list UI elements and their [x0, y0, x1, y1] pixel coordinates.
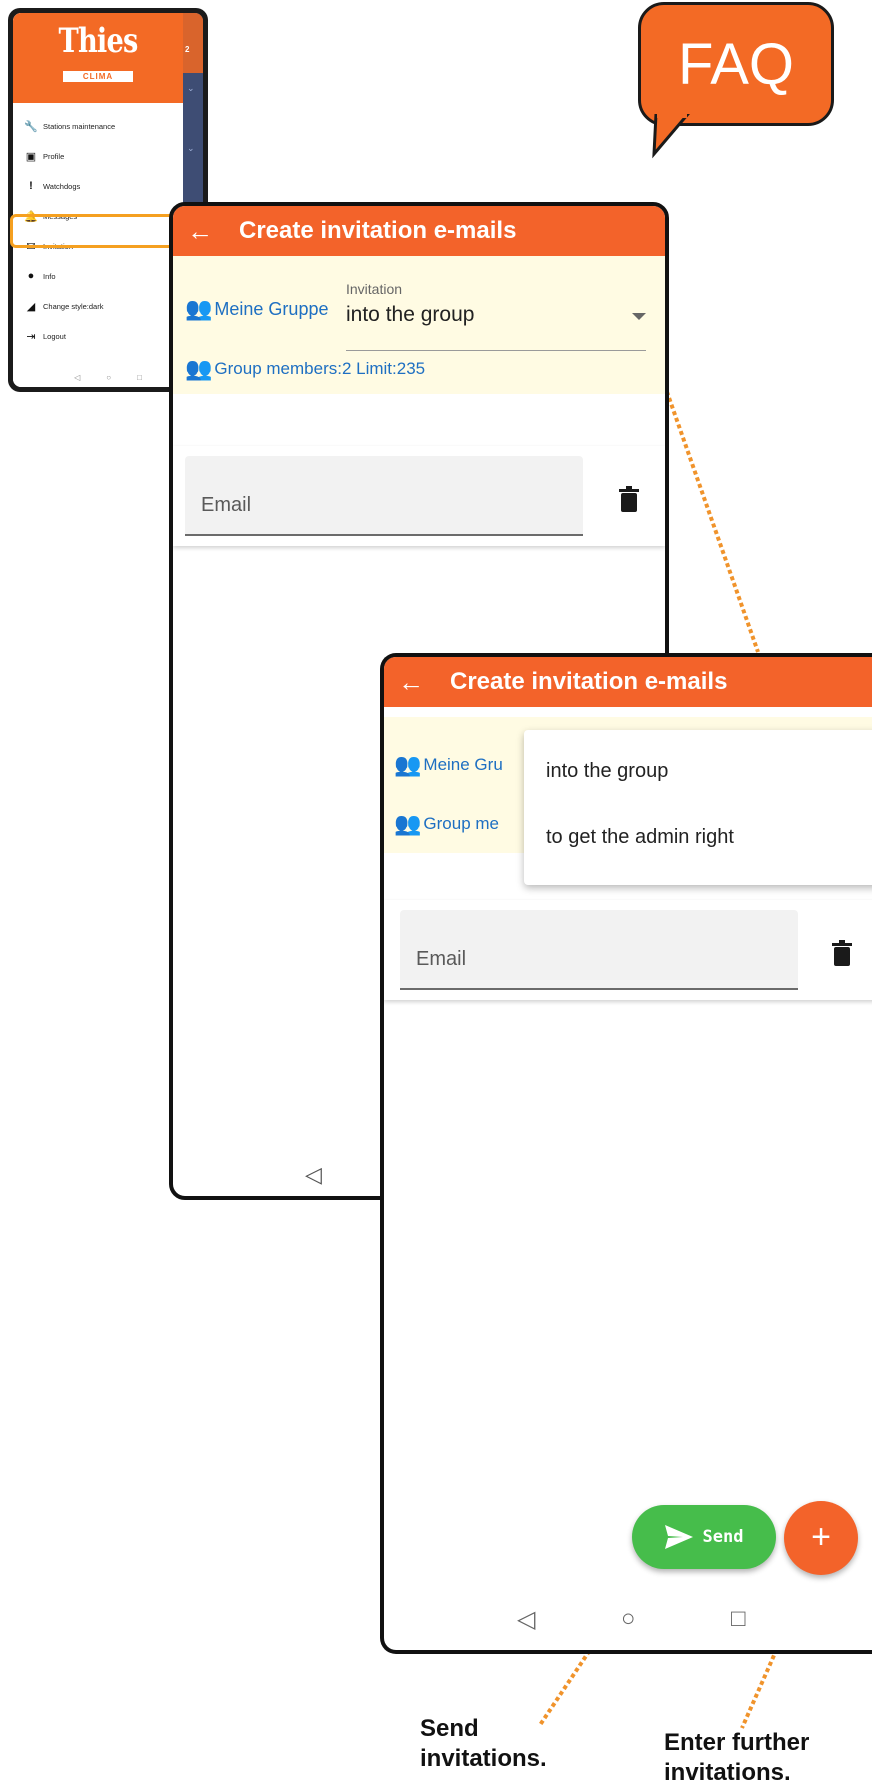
select-underline	[346, 350, 646, 351]
nav-recents-icon[interactable]: □	[731, 1605, 746, 1633]
add-caption: Enter further invitations.	[664, 1729, 810, 1786]
group-icon: 👥	[185, 296, 213, 321]
dropdown-option-admin[interactable]: to get the admin right	[546, 826, 734, 849]
group-name-label: Meine Gruppe	[214, 298, 329, 319]
invitation-select[interactable]: into the group	[346, 303, 474, 327]
members-icon: 👥	[394, 811, 422, 836]
group-icon: 👥	[394, 752, 422, 777]
email-card: Email	[384, 900, 872, 1000]
members-label: Group me	[423, 814, 499, 833]
nav-back-icon[interactable]: ◁	[305, 1162, 322, 1188]
group-name: 👥 Meine Gru	[394, 752, 503, 778]
email-placeholder: Email	[416, 948, 467, 970]
back-arrow-icon[interactable]: ←	[384, 667, 438, 698]
group-name: 👥 Meine Gruppe	[185, 296, 328, 322]
group-members: 👥 Group members:2 Limit:235	[185, 356, 425, 382]
dropdown-option-group[interactable]: into the group	[546, 760, 668, 783]
group-name-label: Meine Gru	[423, 755, 503, 774]
page-title: Create invitation e-mails	[239, 217, 517, 244]
group-members: 👥 Group me	[394, 811, 499, 837]
system-nav-bar: ◁ ○ □	[384, 1605, 872, 1635]
trash-icon[interactable]	[832, 940, 852, 966]
members-icon: 👥	[185, 356, 213, 381]
page-title: Create invitation e-mails	[450, 668, 728, 695]
back-arrow-icon[interactable]: ←	[173, 216, 227, 247]
send-caption: Send invitations.	[420, 1715, 547, 1772]
email-field[interactable]: Email	[185, 456, 583, 536]
nav-home-icon[interactable]: ○	[621, 1605, 636, 1633]
invitation-screen-dropdown: ← Create invitation e-mails 👥 Meine Gru …	[380, 653, 872, 1654]
app-bar: ← Create invitation e-mails	[173, 206, 665, 256]
members-label: Group members:2 Limit:235	[214, 359, 426, 378]
app-bar: ← Create invitation e-mails	[384, 657, 872, 707]
send-label: Send	[702, 1527, 744, 1547]
email-card: Email	[173, 446, 665, 546]
send-icon	[664, 1525, 693, 1549]
nav-back-icon[interactable]: ◁	[517, 1605, 535, 1634]
add-invitation-button[interactable]: +	[784, 1501, 858, 1575]
dropdown-caret-icon[interactable]	[632, 313, 646, 320]
email-placeholder: Email	[201, 494, 252, 516]
invitation-select-label: Invitation	[346, 281, 403, 297]
send-button[interactable]: Send	[632, 1505, 776, 1569]
email-field[interactable]: Email	[400, 910, 798, 990]
trash-icon[interactable]	[619, 486, 639, 512]
invitation-dropdown-menu: into the group to get the admin right	[524, 730, 872, 885]
